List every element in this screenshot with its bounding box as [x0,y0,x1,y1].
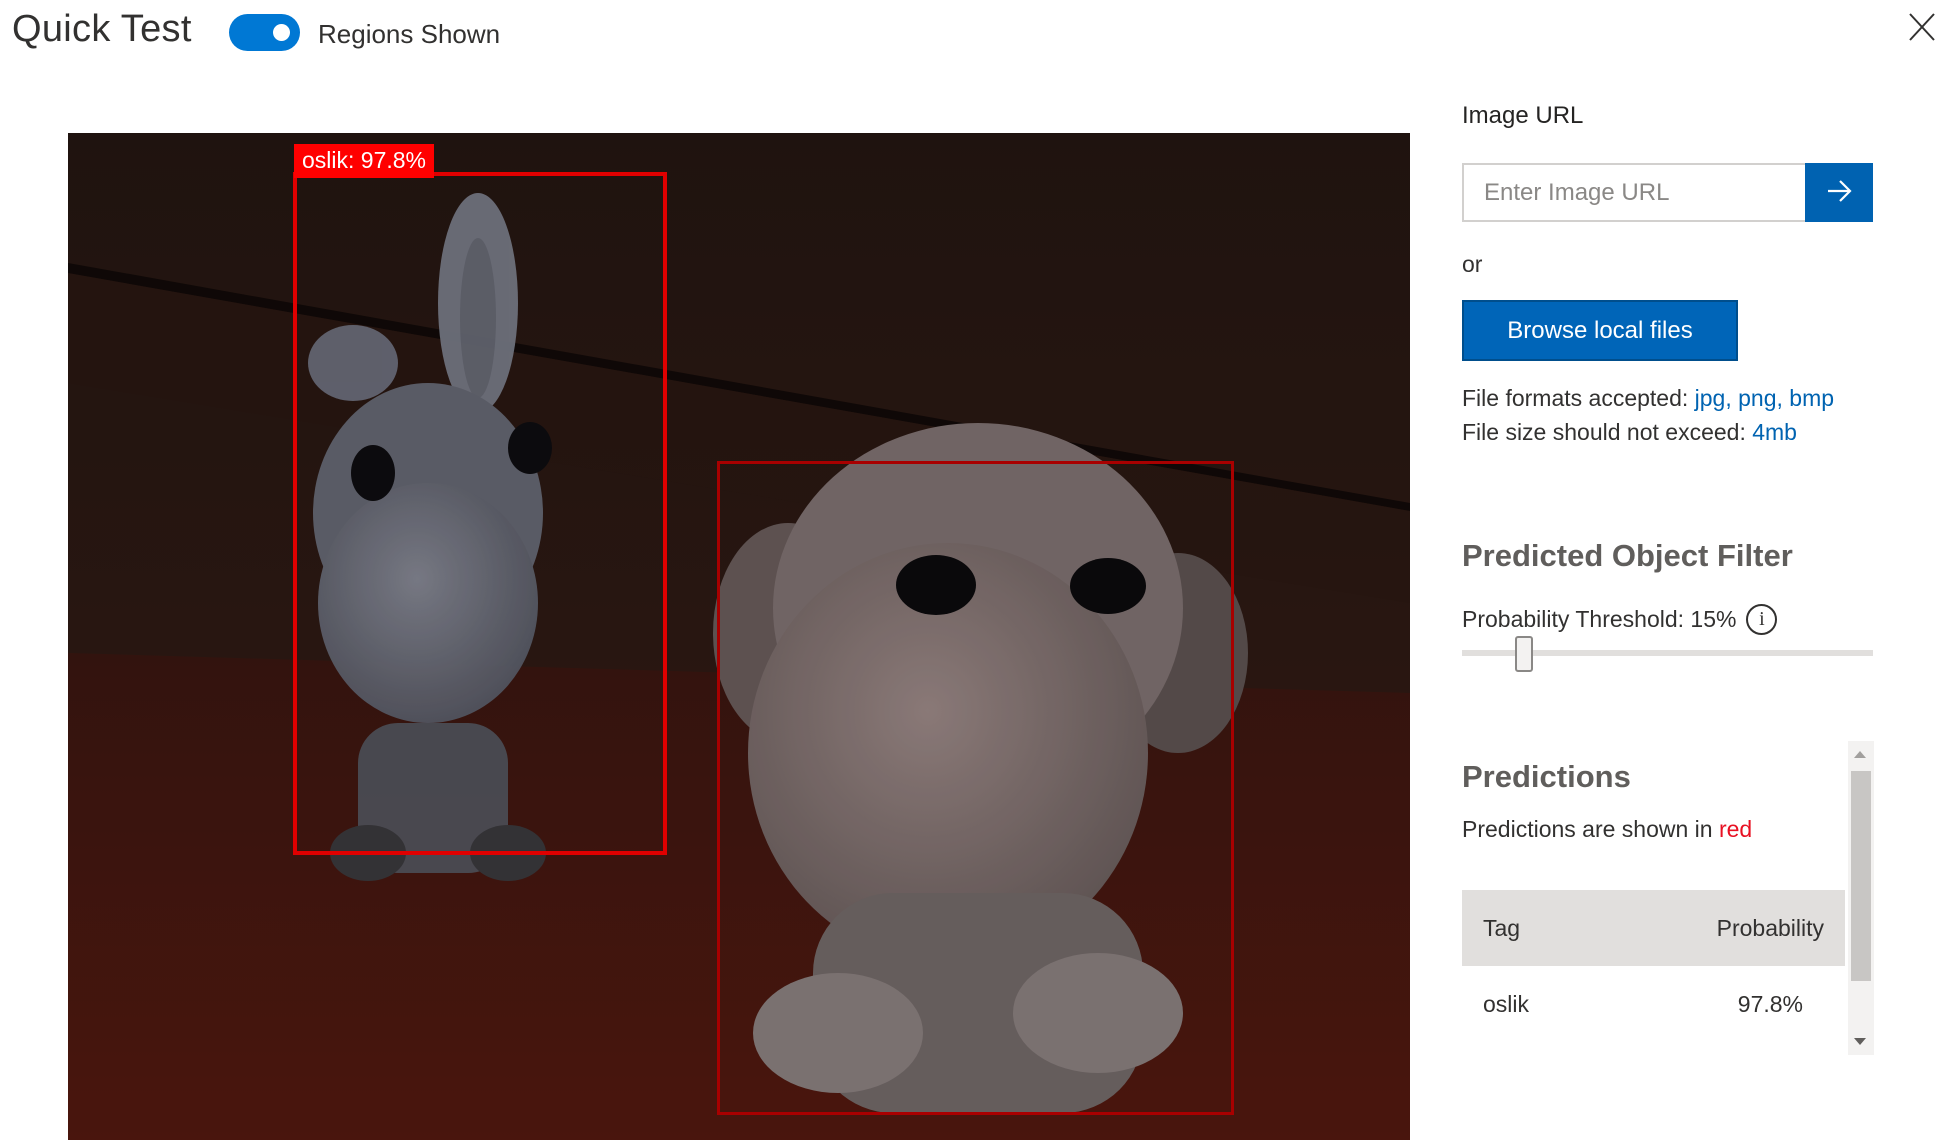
file-size-limit[interactable]: 4mb [1752,419,1797,445]
column-header-probability[interactable]: Probability [1717,915,1824,942]
page-title: Quick Test [12,8,192,50]
side-panel: Image URL or Browse local files File for… [1462,0,1936,1143]
format-bmp[interactable]: bmp [1789,385,1834,411]
format-jpg[interactable]: jpg, [1695,385,1738,411]
predictions-color-word: red [1718,816,1753,842]
format-png[interactable]: png, [1738,385,1789,411]
predictions-panel: Predictions Predictions are shown in red… [1462,741,1874,1055]
image-url-input[interactable] [1462,163,1805,222]
file-info: File formats accepted: jpg, png, bmp Fil… [1462,385,1834,453]
predictions-heading: Predictions [1462,759,1631,794]
threshold-slider[interactable] [1462,636,1873,676]
predictions-scrollbar[interactable] [1848,741,1874,1055]
scroll-up-icon[interactable] [1854,751,1866,758]
image-url-label: Image URL [1462,102,1584,129]
table-row[interactable]: oslik 97.8% [1462,966,1845,1042]
file-formats-row: File formats accepted: jpg, png, bmp [1462,385,1834,419]
region-box-oslik[interactable] [293,172,667,855]
region-box[interactable] [717,461,1234,1115]
threshold-row: Probability Threshold: 15% i [1462,604,1778,635]
predictions-table: Tag Probability oslik 97.8% [1462,890,1845,1042]
predictions-subtitle-text: Predictions are shown in [1462,816,1719,842]
test-image: oslik: 97.8% [68,133,1410,1140]
row-tag: oslik [1483,990,1530,1017]
info-icon[interactable]: i [1746,604,1778,635]
filter-heading: Predicted Object Filter [1462,538,1793,573]
table-header: Tag Probability [1462,890,1845,966]
or-text: or [1462,251,1483,277]
submit-url-button[interactable] [1805,163,1873,222]
file-size-label: File size should not exceed: [1462,419,1753,445]
predictions-subtitle: Predictions are shown in red [1462,816,1752,843]
toggle-knob [273,24,290,41]
column-header-tag[interactable]: Tag [1483,915,1520,942]
row-probability: 97.8% [1737,990,1803,1017]
scroll-down-icon[interactable] [1854,1038,1866,1045]
file-size-row: File size should not exceed: 4mb [1462,419,1834,453]
threshold-label: Probability Threshold: 15% [1462,606,1737,632]
scrollbar-thumb[interactable] [1851,771,1871,981]
browse-local-files-button[interactable]: Browse local files [1462,300,1738,361]
regions-toggle-label: Regions Shown [318,19,501,49]
regions-toggle[interactable] [229,14,300,51]
region-label: oslik: 97.8% [294,144,435,178]
arrow-right-icon [1824,176,1854,209]
file-formats-label: File formats accepted: [1462,385,1695,411]
quick-test-dialog: Quick Test Regions Shown oslik: 97.8% Im… [0,0,1936,1143]
slider-thumb[interactable] [1515,636,1533,672]
